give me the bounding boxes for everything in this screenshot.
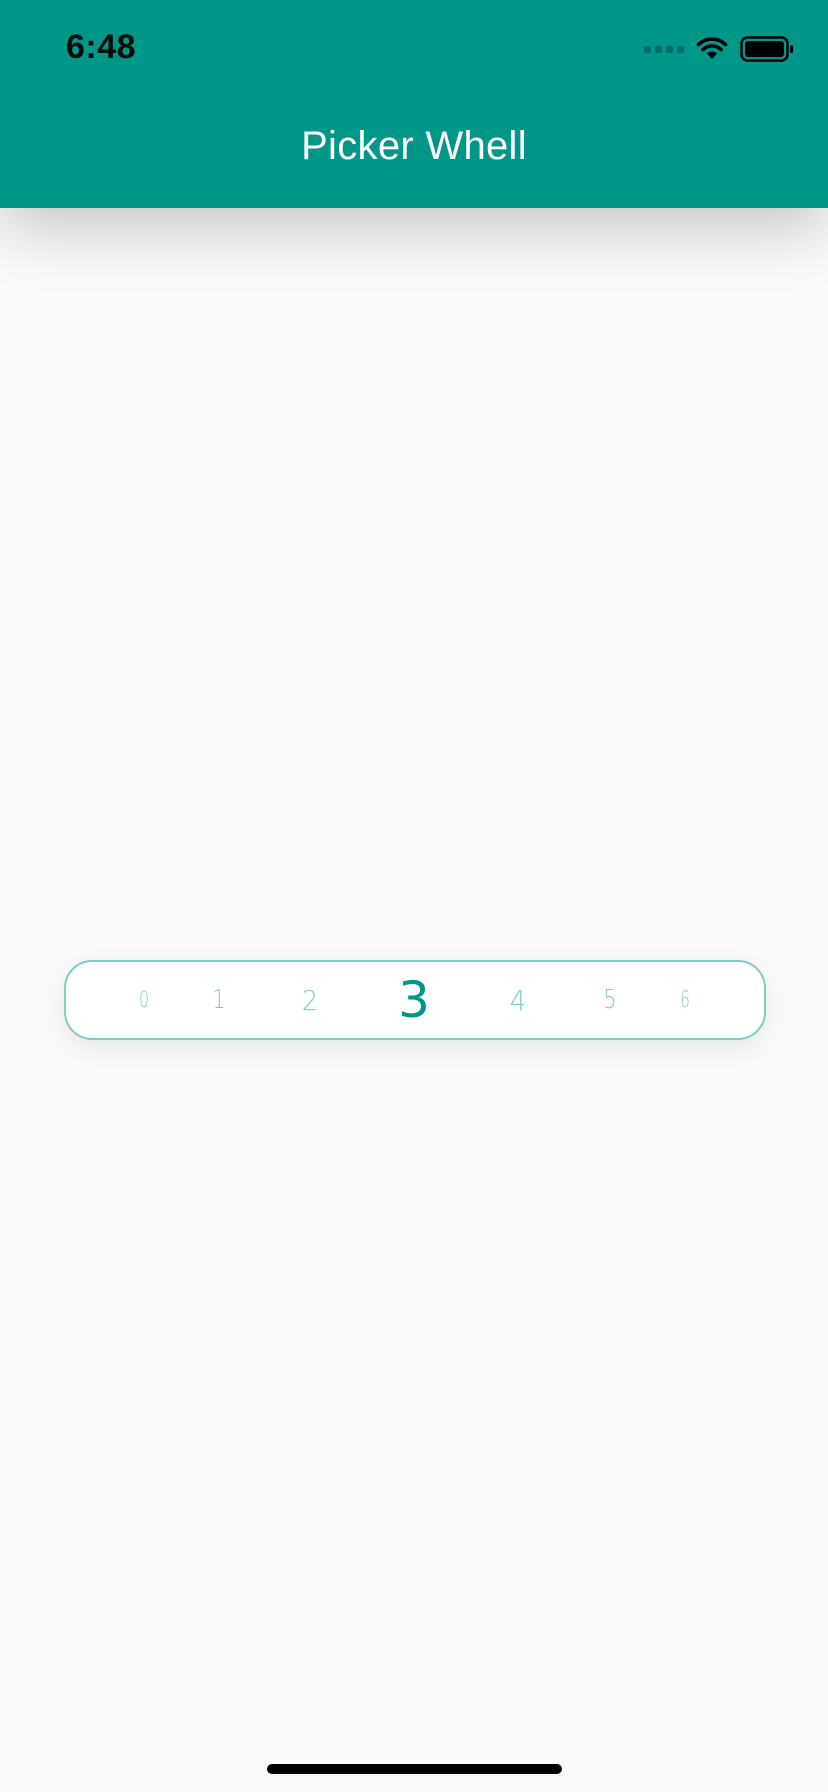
wifi-icon (696, 37, 728, 61)
picker-item[interactable]: 5 (586, 962, 634, 1038)
picker-item[interactable]: 4 (490, 962, 545, 1038)
page-title: Picker Whell (301, 124, 527, 168)
app-bar: 6:48 Picker Whell (0, 0, 828, 208)
number-picker-wheel[interactable]: 0123456 (64, 960, 766, 1040)
picker-item-selected[interactable]: 3 (384, 962, 444, 1038)
app-screen: 6:48 Picker Whell 0123456 (0, 0, 828, 1792)
battery-icon (740, 36, 794, 62)
picker-item[interactable]: 2 (282, 962, 337, 1038)
picker-item[interactable]: 6 (664, 962, 706, 1038)
status-icons (644, 36, 794, 62)
status-time: 6:48 (66, 28, 137, 66)
picker-item[interactable]: 0 (123, 962, 165, 1038)
picker-item[interactable]: 1 (195, 962, 243, 1038)
home-indicator[interactable] (267, 1764, 562, 1774)
signal-icon (644, 45, 684, 53)
